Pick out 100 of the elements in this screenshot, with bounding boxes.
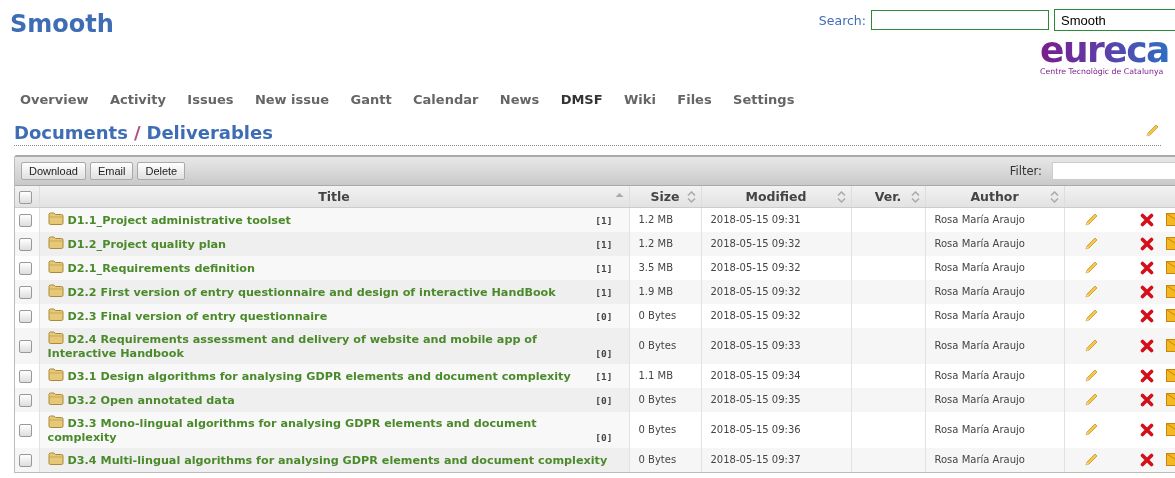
sort-ascending-icon[interactable]	[614, 191, 624, 200]
folder-icon	[47, 260, 64, 273]
select-all-checkbox[interactable]	[19, 191, 32, 204]
filter-label: Filter:	[1009, 164, 1042, 178]
document-link[interactable]: D3.3 Mono-lingual algorithms for analysing GDPR elements and document complexity	[47, 415, 592, 445]
row-checkbox[interactable]	[19, 423, 32, 437]
row-checkbox[interactable]	[19, 453, 32, 467]
folder-icon	[47, 415, 64, 428]
document-link[interactable]: D2.3 Final version of entry questionnaire	[47, 308, 592, 324]
sort-icon[interactable]	[1049, 191, 1059, 203]
row-checkbox[interactable]	[19, 393, 32, 407]
menu-tab[interactable]: Overview	[10, 92, 99, 107]
pencil-icon[interactable]	[1083, 309, 1098, 323]
author-text: Rosa María Araujo	[934, 286, 1025, 297]
folder-icon	[47, 331, 64, 344]
row-checkbox[interactable]	[19, 309, 32, 323]
folder-icon	[47, 284, 64, 297]
modified-text: 2018-05-15 09:32	[710, 238, 801, 249]
row-checkbox[interactable]	[19, 285, 32, 299]
revision-count: [0]	[595, 347, 613, 361]
delete-icon[interactable]	[1139, 261, 1154, 275]
author-text: Rosa María Araujo	[934, 214, 1025, 225]
delete-icon[interactable]	[1139, 393, 1154, 407]
sort-icon[interactable]	[910, 191, 920, 203]
pencil-icon[interactable]	[1083, 213, 1098, 227]
menu-tab[interactable]: Issues	[177, 92, 244, 107]
author-text: Rosa María Araujo	[934, 424, 1025, 435]
document-link[interactable]: D2.4 Requirements assessment and delivery of website and mobile app of Interactive Handbook	[47, 331, 592, 361]
delete-icon[interactable]	[1139, 453, 1154, 467]
document-link[interactable]: D2.1_Requirements definition	[47, 260, 592, 276]
sort-icon[interactable]	[836, 191, 846, 203]
pencil-icon[interactable]	[1083, 339, 1098, 353]
pencil-icon[interactable]	[1083, 261, 1098, 275]
pencil-icon[interactable]	[1083, 369, 1098, 383]
delete-icon[interactable]	[1139, 213, 1154, 227]
row-checkbox[interactable]	[19, 339, 32, 353]
column-header[interactable]: Title	[318, 189, 350, 204]
row-checkbox[interactable]	[19, 261, 32, 275]
document-link[interactable]: D3.2 Open annotated data	[47, 392, 592, 408]
document-link[interactable]: D1.1_Project administrative toolset	[47, 212, 592, 228]
size-text: 0 Bytes	[638, 394, 677, 405]
pencil-icon[interactable]	[1083, 423, 1098, 437]
delete-icon[interactable]	[1139, 237, 1154, 251]
pencil-icon[interactable]	[1083, 393, 1098, 407]
document-link[interactable]: D1.2_Project quality plan	[47, 236, 592, 252]
menu-tab[interactable]: Gantt	[340, 92, 402, 107]
sort-icon[interactable]	[686, 191, 696, 203]
row-checkbox[interactable]	[19, 237, 32, 251]
revision-count: [1]	[595, 286, 613, 300]
menu-tab[interactable]: Wiki	[614, 92, 666, 107]
row-checkbox[interactable]	[19, 213, 32, 227]
modified-text: 2018-05-15 09:34	[710, 370, 801, 381]
delete-icon[interactable]	[1139, 285, 1154, 299]
menu-tab[interactable]: Activity	[99, 92, 176, 107]
filter-field[interactable]	[1052, 162, 1175, 180]
size-text: 1.1 MB	[638, 370, 674, 381]
folder-icon	[47, 212, 64, 225]
author-text: Rosa María Araujo	[934, 370, 1025, 381]
delete-icon[interactable]	[1139, 339, 1154, 353]
search-label: Search:	[818, 12, 866, 28]
menu-tab[interactable]: Settings	[723, 92, 805, 107]
size-text: 0 Bytes	[638, 310, 677, 321]
toolbar-button[interactable]: Delete	[137, 162, 186, 180]
folder-icon	[47, 452, 64, 465]
pencil-icon[interactable]	[1083, 237, 1098, 251]
delete-icon[interactable]	[1139, 423, 1154, 437]
revision-count: [1]	[595, 238, 613, 252]
revision-count: [0]	[595, 394, 613, 408]
pencil-icon[interactable]	[1145, 124, 1159, 138]
menu-tab[interactable]: New issue	[244, 92, 340, 107]
revision-count: [0]	[595, 431, 613, 445]
revision-count: [1]	[595, 262, 613, 276]
menu-tab[interactable]: News	[489, 92, 550, 107]
menu-tab[interactable]: DMSF	[550, 92, 613, 107]
size-text: 1.2 MB	[638, 214, 674, 225]
size-text: 1.2 MB	[638, 238, 674, 249]
breadcrumb-link[interactable]: Documents	[14, 122, 128, 143]
pencil-icon[interactable]	[1083, 285, 1098, 299]
toolbar-button[interactable]: Download	[21, 162, 86, 180]
size-text: 0 Bytes	[638, 454, 677, 465]
toolbar-button[interactable]: Email	[89, 162, 134, 180]
document-link[interactable]: D3.1 Design algorithms for analysing GDPR elements and document complexity	[47, 368, 592, 384]
author-text: Rosa María Araujo	[934, 394, 1025, 405]
document-link[interactable]: D2.2 First version of entry questionnaire and design of interactive HandBook	[47, 284, 592, 300]
menu-tab[interactable]: Files	[667, 92, 722, 107]
project-title[interactable]: Smooth	[10, 10, 114, 90]
row-checkbox[interactable]	[19, 369, 32, 383]
author-text: Rosa María Araujo	[934, 238, 1025, 249]
delete-icon[interactable]	[1139, 309, 1154, 323]
project-select[interactable]: Smooth	[1054, 9, 1175, 31]
menu-tab[interactable]: Calendar	[403, 92, 489, 107]
modified-text: 2018-05-15 09:37	[710, 454, 801, 465]
search-field[interactable]	[871, 10, 1049, 30]
breadcrumb-separator: /	[133, 122, 141, 143]
modified-text: 2018-05-15 09:36	[710, 424, 801, 435]
revision-count: [0]	[595, 310, 613, 324]
folder-icon	[47, 236, 64, 249]
delete-icon[interactable]	[1139, 369, 1154, 383]
size-text: 0 Bytes	[638, 340, 677, 351]
pencil-icon[interactable]	[1083, 453, 1098, 467]
